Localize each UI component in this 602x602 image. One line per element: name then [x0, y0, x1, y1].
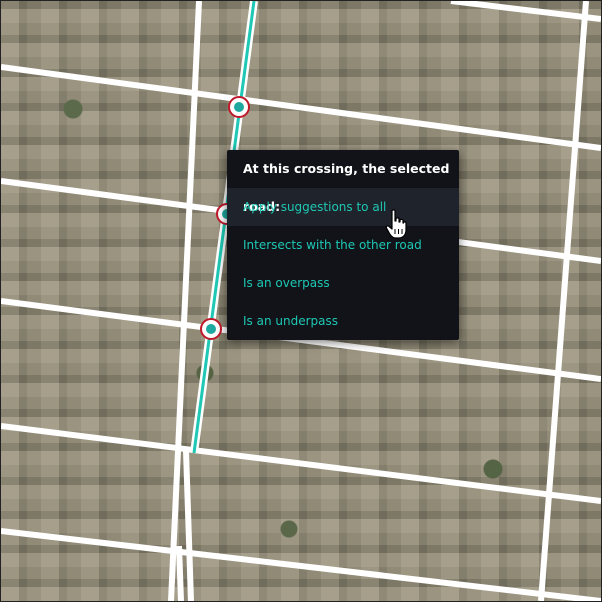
road [1, 528, 601, 601]
is-underpass-item[interactable]: Is an underpass [227, 302, 459, 340]
road [183, 450, 194, 601]
intersects-with-other-road-item[interactable]: Intersects with the other road [227, 226, 459, 264]
apply-suggestions-to-all-item[interactable]: Apply suggestions to all [227, 188, 459, 226]
menu-header: At this crossing, the selected road: [243, 161, 450, 214]
road [1, 423, 601, 504]
map-canvas[interactable]: At this crossing, the selected road: App… [0, 0, 602, 602]
road [176, 545, 184, 601]
is-overpass-item[interactable]: Is an overpass [227, 264, 459, 302]
road [450, 1, 601, 22]
crossing-context-menu: At this crossing, the selected road: App… [227, 150, 459, 340]
road [538, 1, 589, 601]
road [1, 64, 601, 151]
hand-pointer-icon [385, 209, 407, 239]
